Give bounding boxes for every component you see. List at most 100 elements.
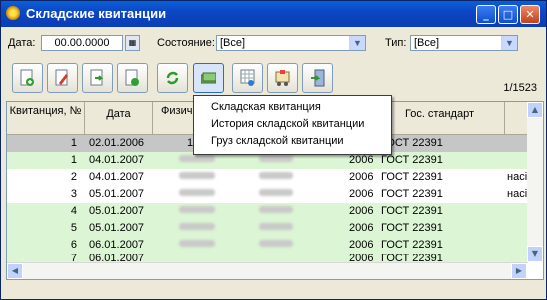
- cell-date: 05.01.2007: [89, 205, 145, 217]
- date-field[interactable]: 00.00.0000: [41, 35, 123, 51]
- cell-date: 04.01.2007: [89, 154, 145, 166]
- column-extra[interactable]: [505, 102, 528, 134]
- cell-year: 2006: [349, 188, 374, 200]
- date-label: Дата:: [8, 37, 36, 49]
- table-row[interactable]: 3 05.01.2007 2006 ГОСТ 22391 насі: [7, 186, 528, 204]
- vertical-scrollbar[interactable]: ▲ ▼: [527, 102, 543, 262]
- table-row[interactable]: 7 06.01.2007 2006 ГОСТ 22391: [7, 254, 528, 263]
- cell-extra: насі: [507, 171, 528, 183]
- export-button[interactable]: [82, 63, 113, 93]
- add-button[interactable]: [12, 63, 43, 93]
- cash-button[interactable]: [193, 63, 224, 93]
- cell-year: 2006: [349, 171, 374, 183]
- cell-standard: ГОСТ 22391: [381, 171, 443, 183]
- cell-year: 2006: [349, 222, 374, 234]
- state-select[interactable]: [Все] ▼: [216, 35, 366, 51]
- table-row[interactable]: 2 04.01.2007 2006 ГОСТ 22391 насі: [7, 169, 528, 187]
- main-window: Складские квитанции _ □ ✕ Дата: 00.00.00…: [0, 0, 547, 300]
- blurred-value: [259, 172, 293, 179]
- blurred-value: [179, 240, 215, 247]
- maximize-button[interactable]: □: [498, 5, 518, 24]
- cell-date: 02.01.2006: [89, 137, 145, 149]
- blurred-value: [179, 189, 215, 196]
- minimize-button[interactable]: _: [476, 5, 496, 24]
- blurred-value: [259, 223, 293, 230]
- type-select[interactable]: [Все] ▼: [410, 35, 518, 51]
- add-doc-icon: [20, 69, 34, 86]
- cell-standard: ГОСТ 22391: [381, 205, 443, 217]
- cash-icon: [201, 72, 216, 84]
- export-doc-icon: [90, 69, 104, 86]
- cell-number: 7: [70, 254, 77, 263]
- table-row[interactable]: 5 05.01.2007 2006 ГОСТ 22391: [7, 220, 528, 238]
- window-title: Складские квитанции: [26, 6, 167, 21]
- edit-doc-icon: [55, 69, 68, 86]
- context-menu: Складская квитанция История складской кв…: [193, 95, 392, 155]
- blurred-value: [259, 240, 293, 247]
- cell-year: 2006: [349, 205, 374, 217]
- cell-extra: насі: [507, 188, 528, 200]
- horizontal-scrollbar[interactable]: ◀ ▶: [7, 263, 527, 279]
- cell-date: 05.01.2007: [89, 188, 145, 200]
- blurred-value: [179, 172, 215, 179]
- blurred-value: [259, 206, 293, 213]
- record-counter: 1/1523: [503, 82, 537, 94]
- state-value: [Все]: [220, 37, 246, 49]
- cell-standard: ГОСТ 22391: [381, 154, 443, 166]
- cell-year: 2006: [349, 254, 374, 263]
- blurred-value: [179, 155, 215, 162]
- chevron-down-icon[interactable]: ▼: [349, 36, 365, 50]
- scroll-left-icon[interactable]: ◀: [7, 263, 23, 279]
- cell-number: 1: [70, 154, 77, 166]
- toolbar: [1, 63, 546, 95]
- edit-button[interactable]: [47, 63, 78, 93]
- import-button[interactable]: [117, 63, 148, 93]
- type-value: [Все]: [414, 37, 440, 49]
- blurred-value: [179, 206, 215, 213]
- refresh-button[interactable]: [157, 63, 188, 93]
- column-standard[interactable]: Гос. стандарт: [375, 102, 505, 134]
- menu-item-receipt[interactable]: Складская квитанция: [211, 101, 321, 113]
- chevron-down-icon[interactable]: ▼: [501, 36, 517, 50]
- menu-item-receipt-cargo[interactable]: Груз складской квитанции: [211, 135, 344, 147]
- menu-item-receipt-history[interactable]: История складской квитанции: [211, 118, 364, 130]
- cell-date: 05.01.2007: [89, 222, 145, 234]
- cell-number: 3: [70, 188, 77, 200]
- scroll-right-icon[interactable]: ▶: [511, 263, 527, 279]
- blurred-value: [179, 223, 215, 230]
- cell-date: 04.01.2007: [89, 171, 145, 183]
- cell-standard: ГОСТ 22391: [381, 188, 443, 200]
- table-row[interactable]: 4 05.01.2007 2006 ГОСТ 22391: [7, 203, 528, 221]
- table-row[interactable]: 6 06.01.2007 2006 ГОСТ 22391: [7, 237, 528, 255]
- scroll-down-icon[interactable]: ▼: [527, 246, 543, 262]
- cell-standard: ГОСТ 22391: [381, 254, 443, 263]
- blurred-value: [259, 155, 293, 162]
- cell-number: 5: [70, 222, 77, 234]
- title-bar[interactable]: Складские квитанции _ □ ✕: [1, 1, 546, 27]
- type-label: Тип:: [385, 37, 407, 49]
- exit-button[interactable]: [302, 63, 333, 93]
- cell-number: 2: [70, 171, 77, 183]
- cell-date: 06.01.2007: [89, 254, 145, 263]
- cell-year: 2006: [349, 239, 374, 251]
- column-receipt-number[interactable]: Квитанция, №: [7, 102, 85, 134]
- cell-number: 4: [70, 205, 77, 217]
- cell-standard: ГОСТ 22391: [381, 239, 443, 251]
- app-icon: [6, 6, 20, 20]
- cell-date: 06.01.2007: [89, 239, 145, 251]
- scroll-up-icon[interactable]: ▲: [527, 102, 543, 118]
- warehouse-cart-icon: [275, 70, 290, 86]
- warehouse-cart-button[interactable]: [267, 63, 298, 93]
- filter-table-button[interactable]: [232, 63, 263, 93]
- filter-bar: Дата: 00.00.0000 ▦ Состояние: [Все] ▼ Ти…: [1, 35, 546, 55]
- blurred-value: [259, 189, 293, 196]
- cell-year: 2006: [349, 154, 374, 166]
- close-button[interactable]: ✕: [520, 5, 540, 24]
- calendar-icon[interactable]: ▦: [125, 35, 140, 51]
- cell-number: 6: [70, 239, 77, 251]
- state-label: Состояние:: [157, 37, 215, 49]
- column-date[interactable]: Дата: [85, 102, 153, 134]
- exit-door-icon: [311, 69, 325, 87]
- cell-standard: ГОСТ 22391: [381, 222, 443, 234]
- filter-table-icon: [240, 69, 255, 86]
